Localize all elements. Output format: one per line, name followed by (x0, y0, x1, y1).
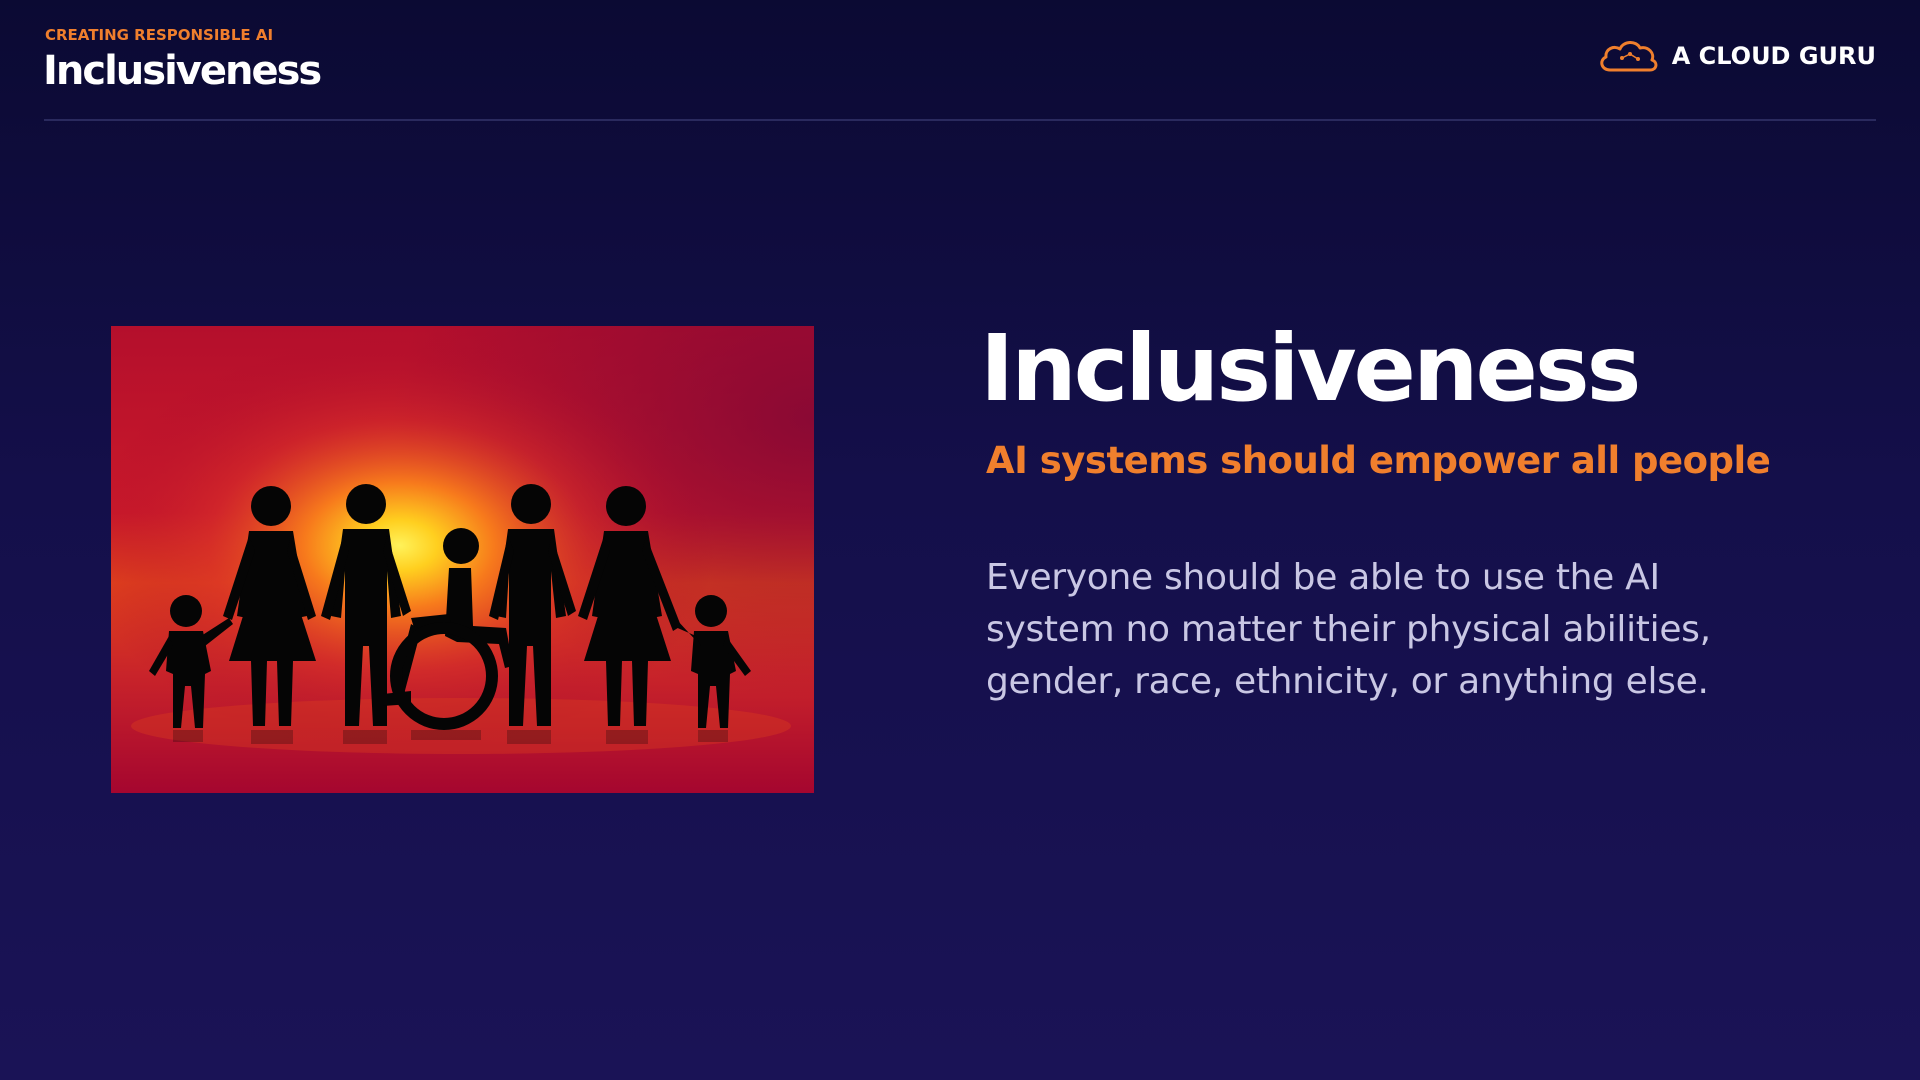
header-title: Inclusiveness (43, 48, 322, 94)
page-subtitle: AI systems should empower all people (986, 439, 1771, 483)
header-divider (44, 119, 1876, 121)
cloud-icon (1600, 41, 1658, 72)
brand-logo: A CLOUD GURU (1596, 36, 1876, 76)
brand-name: A CLOUD GURU (1671, 42, 1876, 70)
inclusive-family-silhouette-image (111, 326, 814, 793)
section-eyebrow: CREATING RESPONSIBLE AI (45, 26, 274, 44)
body-text: Everyone should be able to use the AI sy… (986, 557, 1711, 703)
main-content: Inclusiveness AI systems should empower … (980, 318, 1860, 708)
page-title: Inclusiveness (980, 315, 1641, 422)
